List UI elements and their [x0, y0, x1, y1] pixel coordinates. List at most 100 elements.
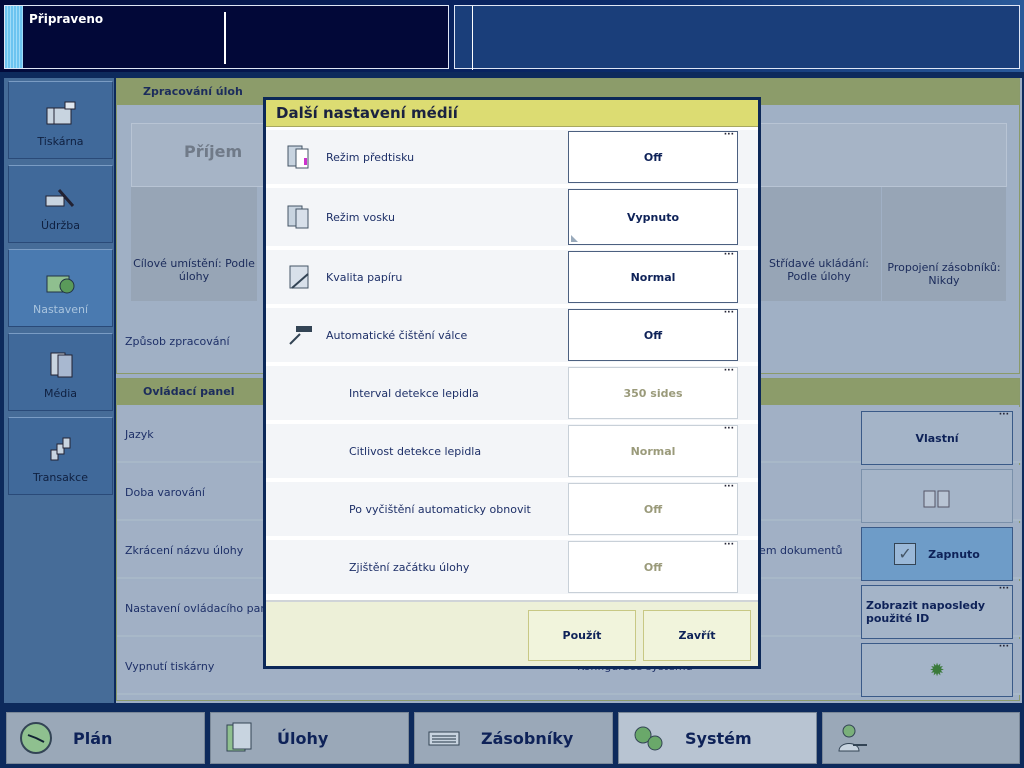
value-text: Off — [643, 150, 663, 164]
clock-icon — [20, 722, 52, 754]
tile-label: Střídavé ukládání: Podle úlohy — [769, 257, 869, 283]
row-glue-detection-sensitivity: Citlivost detekce lepidla Normal ··· — [266, 424, 758, 478]
more-icon: ··· — [723, 482, 734, 492]
sidebar-item-printer[interactable]: Tiskárna — [8, 81, 113, 159]
row-label: Citlivost detekce lepidla — [349, 444, 482, 458]
tile-alternate-stacking[interactable]: Střídavé ukládání: Podle úlohy — [757, 187, 881, 301]
sidebar: Tiskárna Údržba Nastavení Média Transakc… — [4, 78, 114, 703]
row-preprint-mode: Režim předtisku Off ··· — [266, 130, 758, 184]
media-icon — [50, 352, 72, 378]
sidebar-item-maintenance[interactable]: Údržba — [8, 165, 113, 243]
show-last-id-button[interactable]: Zobrazit naposledy použité ID ··· — [861, 585, 1013, 639]
tile-label: Cílové umístění: Podle úlohy — [133, 257, 255, 283]
glue-interval-value[interactable]: 350 sides ··· — [568, 367, 738, 419]
glue-sensitivity-value[interactable]: Normal ··· — [568, 425, 738, 477]
row-label: Doba varování — [125, 485, 205, 499]
corner-indicator-icon — [571, 235, 578, 242]
auto-roller-cleaning-value[interactable]: Off ··· — [568, 309, 738, 361]
row-label: Vypnutí tiskárny — [125, 659, 215, 673]
status-bar: Připraveno — [0, 0, 1024, 72]
nav-trays[interactable]: Zásobníky — [414, 712, 613, 764]
apply-button[interactable]: Použít — [528, 610, 636, 661]
more-icon: ··· — [998, 410, 1009, 420]
row-label: Po vyčištění automaticky obnovit — [349, 502, 531, 516]
sidebar-item-label: Média — [43, 387, 78, 400]
row-label: Interval detekce lepidla — [349, 386, 479, 400]
media-settings-dialog: Další nastavení médií Režim předtisku Off… — [263, 97, 761, 669]
row-label: Zkrácení názvu úlohy — [125, 543, 244, 557]
value-text: 350 sides — [623, 386, 683, 400]
row-label: čem dokumentů — [753, 543, 843, 557]
sidebar-item-label: Nastavení — [32, 303, 89, 316]
nav-plan[interactable]: Plán — [6, 712, 205, 764]
status-indicator — [5, 6, 23, 68]
jobs-icon — [226, 722, 252, 752]
row-label: Kvalita papíru — [326, 270, 403, 284]
nav-label: Systém — [685, 728, 752, 748]
row-label: Zjištění začátku úlohy — [349, 560, 470, 574]
row-label: Jazyk — [125, 427, 154, 441]
dialog-footer: Použít Zavřít — [266, 600, 758, 666]
value-text: Vypnuto — [626, 210, 680, 224]
sidebar-item-settings[interactable]: Nastavení — [8, 249, 113, 327]
bottom-nav: Plán Úlohy Zásobníky Systém — [0, 705, 1024, 768]
gears-icon — [634, 726, 663, 751]
sidebar-item-transactions[interactable]: Transakce — [8, 417, 113, 495]
button-label: Zobrazit naposledy použité ID — [866, 599, 986, 625]
job-start-detection-value[interactable]: Off ··· — [568, 541, 738, 593]
nav-system[interactable]: Systém — [618, 712, 817, 764]
auto-resume-value[interactable]: Off ··· — [568, 483, 738, 535]
divider — [224, 12, 226, 64]
more-icon: ··· — [723, 250, 734, 260]
more-icon: ··· — [998, 584, 1009, 594]
more-icon: ··· — [723, 366, 734, 376]
nav-label: Plán — [73, 728, 113, 748]
paper-quality-value[interactable]: Normal ··· — [568, 251, 738, 303]
system-config-button[interactable]: ✹ ··· — [861, 643, 1013, 697]
preprint-mode-value[interactable]: Off ··· — [568, 131, 738, 183]
processing-mode-label: Způsob zpracování — [125, 335, 230, 348]
nav-label: Zásobníky — [481, 728, 574, 748]
more-icon: ··· — [723, 424, 734, 434]
row-auto-resume-after-cleaning: Po vyčištění automaticky obnovit Off ··· — [266, 482, 758, 536]
value-text: Normal — [630, 270, 676, 284]
tile-output-location[interactable]: Cílové umístění: Podle úlohy — [131, 187, 257, 301]
value-text: Normal — [630, 444, 676, 458]
gear-icon: ✹ — [929, 659, 945, 681]
tile-tray-linking[interactable]: Propojení zásobníků: Nikdy — [882, 187, 1006, 301]
transactions-icon — [50, 437, 70, 461]
value-text: Off — [643, 502, 663, 516]
wax-mode-value[interactable]: Vypnuto — [568, 189, 738, 245]
close-button[interactable]: Zavřít — [643, 610, 751, 661]
document-swap-icon — [923, 490, 950, 508]
auto-clean-icon — [289, 326, 312, 345]
value-text: Off — [643, 560, 663, 574]
dialog-title: Další nastavení médií — [266, 100, 758, 127]
sidebar-item-label: Transakce — [33, 471, 88, 484]
sidebar-item-label: Údržba — [40, 219, 81, 232]
wrench-counter-icon — [45, 189, 74, 207]
row-wax-mode: Režim vosku Vypnuto — [266, 188, 758, 246]
language-button[interactable]: Vlastní ··· — [861, 411, 1013, 465]
nav-label: Úlohy — [277, 728, 329, 748]
more-icon: ··· — [723, 130, 734, 140]
row-glue-detection-interval: Interval detekce lepidla 350 sides ··· — [266, 366, 758, 420]
wax-icon — [287, 205, 309, 229]
paper-quality-icon — [289, 265, 309, 289]
checkbox-icon: ✓ — [894, 543, 917, 565]
user-login-button[interactable] — [822, 712, 1020, 764]
tile-label: Propojení zásobníků: Nikdy — [887, 261, 1001, 287]
sidebar-item-media[interactable]: Média — [8, 333, 113, 411]
more-icon: ··· — [998, 642, 1009, 652]
receive-label: Příjem — [184, 142, 243, 161]
row-label: Režim předtisku — [326, 150, 415, 164]
button-label: Vlastní — [915, 431, 959, 445]
enabled-toggle[interactable]: ✓ Zapnuto — [861, 527, 1013, 581]
sidebar-item-label: Tiskárna — [37, 135, 84, 148]
preprint-icon — [287, 145, 309, 169]
swap-button[interactable] — [861, 469, 1013, 523]
user-key-icon — [838, 724, 867, 752]
printer-icon — [46, 101, 75, 125]
nav-jobs[interactable]: Úlohy — [210, 712, 409, 764]
settings-gear-icon — [46, 275, 74, 294]
